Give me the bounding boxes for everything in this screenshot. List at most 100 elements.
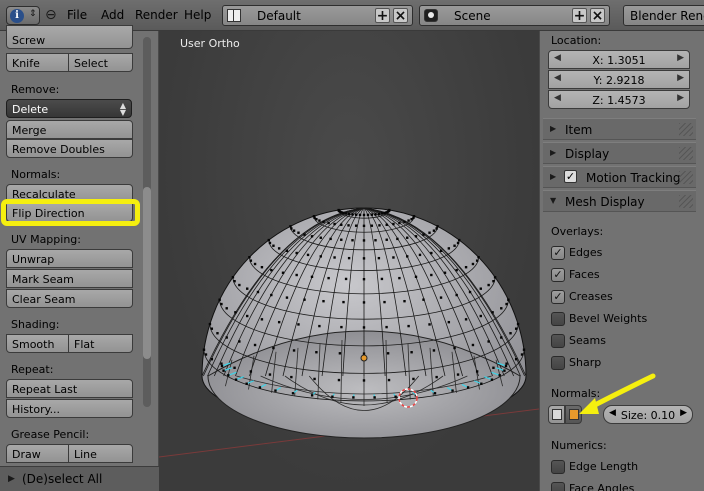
display-panel-header[interactable]: ▶ Display	[543, 142, 696, 164]
motion-tracking-panel-header[interactable]: ▶ ✓ Motion Tracking	[543, 166, 696, 188]
numerics-label: Numerics:	[551, 439, 607, 452]
normals-label: Normals:	[11, 168, 61, 181]
decrement-icon[interactable]: ◀	[554, 93, 561, 103]
decrement-icon[interactable]: ◀	[554, 53, 561, 63]
decrement-icon[interactable]: ◀	[554, 73, 561, 83]
overlay-label: Edges	[569, 246, 603, 259]
increment-icon[interactable]: ▶	[680, 408, 687, 418]
operator-panel-header[interactable]: ▶ (De)select All	[0, 466, 159, 491]
draw-button[interactable]: Draw	[6, 444, 69, 463]
mark-seam-button[interactable]: Mark Seam	[6, 269, 133, 288]
location-y-field[interactable]: ◀ Y: 2.9218 ▶	[548, 70, 690, 89]
checkbox-box[interactable]	[551, 356, 565, 370]
add-icon[interactable]: +	[572, 8, 587, 24]
render-engine-selector[interactable]: Blender Rende	[623, 5, 704, 26]
overlay-label: Creases	[569, 290, 613, 303]
hemisphere-mesh[interactable]	[159, 31, 539, 491]
menu-help[interactable]: Help	[184, 8, 211, 22]
close-icon[interactable]: ×	[590, 8, 605, 24]
layout-selector[interactable]: Default + ×	[222, 5, 413, 26]
add-icon[interactable]: +	[375, 8, 390, 24]
scene-name: Scene	[454, 9, 491, 23]
collapse-icon[interactable]: ⊖	[45, 7, 57, 23]
checkbox-box[interactable]	[551, 482, 565, 491]
remove-doubles-button[interactable]: Remove Doubles	[6, 139, 133, 158]
motion-tracking-checkbox[interactable]: ✓	[564, 170, 577, 183]
overlays-label: Overlays:	[551, 225, 604, 238]
menu-add[interactable]: Add	[101, 8, 124, 22]
expand-triangle-icon: ▶	[550, 124, 557, 133]
drag-grip-icon[interactable]	[679, 195, 693, 208]
clear-seam-button[interactable]: Clear Seam	[6, 289, 133, 308]
motion-tracking-panel-title: Motion Tracking	[586, 171, 681, 185]
drag-grip-icon[interactable]	[679, 147, 693, 160]
object-origin	[360, 354, 368, 362]
line-button[interactable]: Line	[68, 444, 133, 463]
menu-file[interactable]: File	[67, 8, 87, 22]
item-panel-header[interactable]: ▶ Item	[543, 118, 696, 140]
vertex-normals-icon	[552, 409, 562, 420]
info-icon: i	[10, 9, 24, 23]
shading-label: Shading:	[11, 318, 60, 331]
collapse-triangle-icon: ▼	[550, 196, 557, 205]
chevron-updown-icon: ⇕	[29, 9, 37, 19]
vertex-normals-toggle[interactable]	[548, 405, 565, 424]
properties-sidebar: Location: ◀ X: 1.3051 ▶ ◀ Y: 2.9218 ▶ ◀ Z: 1.…	[539, 31, 704, 491]
flat-button[interactable]: Flat	[68, 334, 133, 353]
checkbox-box[interactable]: ✓	[551, 290, 565, 304]
checkbox-box[interactable]	[551, 334, 565, 348]
unwrap-button[interactable]: Unwrap	[6, 249, 133, 268]
mesh-display-panel-header[interactable]: ▼ Mesh Display	[543, 190, 696, 212]
overlay-label: Bevel Weights	[569, 312, 648, 325]
uv-mapping-label: UV Mapping:	[11, 233, 81, 246]
increment-icon[interactable]: ▶	[677, 93, 684, 103]
drag-grip-icon[interactable]	[679, 171, 693, 184]
screw-button[interactable]: Screw	[6, 25, 133, 49]
repeat-label: Repeat:	[11, 363, 54, 376]
checkbox-box[interactable]: ✓	[551, 268, 565, 282]
mesh-display-panel-title: Mesh Display	[565, 195, 645, 209]
drag-grip-icon[interactable]	[679, 123, 693, 136]
increment-icon[interactable]: ▶	[677, 73, 684, 83]
scrollbar-thumb[interactable]	[143, 187, 151, 359]
grease-pencil-label: Grease Pencil:	[11, 428, 90, 441]
location-x-field[interactable]: ◀ X: 1.3051 ▶	[548, 50, 690, 69]
checkbox-box[interactable]: ✓	[551, 246, 565, 260]
increment-icon[interactable]: ▶	[677, 53, 684, 63]
edge-length-label: Edge Length	[569, 460, 639, 473]
repeat-last-button[interactable]: Repeat Last	[6, 379, 133, 398]
display-panel-title: Display	[565, 147, 610, 161]
knife-button[interactable]: Knife	[6, 53, 69, 72]
merge-button[interactable]: Merge	[6, 120, 133, 139]
expand-triangle-icon: ▶	[550, 172, 557, 181]
checkbox-box[interactable]	[551, 312, 565, 326]
layout-name: Default	[257, 9, 301, 23]
location-label: Location:	[551, 34, 602, 47]
scene-selector[interactable]: Scene + ×	[419, 5, 610, 26]
checkbox-box[interactable]	[551, 460, 565, 474]
face-angles-label: Face Angles	[569, 482, 635, 491]
location-z-field[interactable]: ◀ Z: 1.4573 ▶	[548, 90, 690, 109]
item-panel-title: Item	[565, 123, 593, 137]
expand-triangle-icon: ▶	[8, 474, 15, 484]
arrow-annotation	[579, 373, 656, 414]
location-x-value: X: 1.3051	[592, 54, 646, 67]
close-icon[interactable]: ×	[393, 8, 408, 24]
chevron-updown-icon: ▲ ▼	[119, 101, 126, 117]
select-button[interactable]: Select	[68, 53, 133, 72]
history-button[interactable]: History...	[6, 399, 133, 418]
tool-shelf-scrollbar[interactable]	[143, 37, 151, 407]
remove-label: Remove:	[11, 83, 60, 96]
delete-dropdown-label: Delete	[12, 103, 49, 116]
tool-shelf: Screw Knife Select Remove: Delete ▲ ▼ Mer…	[0, 25, 159, 491]
editor-type-selector[interactable]: i ⇕	[6, 6, 40, 25]
scene-icon	[424, 9, 438, 22]
location-z-value: Z: 1.4573	[592, 94, 646, 107]
overlay-label: Faces	[569, 268, 600, 281]
smooth-button[interactable]: Smooth	[6, 334, 69, 353]
highlight-annotation	[1, 199, 140, 226]
3d-viewport[interactable]: User Ortho	[159, 31, 539, 491]
menu-render[interactable]: Render	[135, 8, 178, 22]
delete-dropdown[interactable]: Delete ▲ ▼	[6, 99, 132, 118]
overlay-label: Sharp	[569, 356, 602, 369]
